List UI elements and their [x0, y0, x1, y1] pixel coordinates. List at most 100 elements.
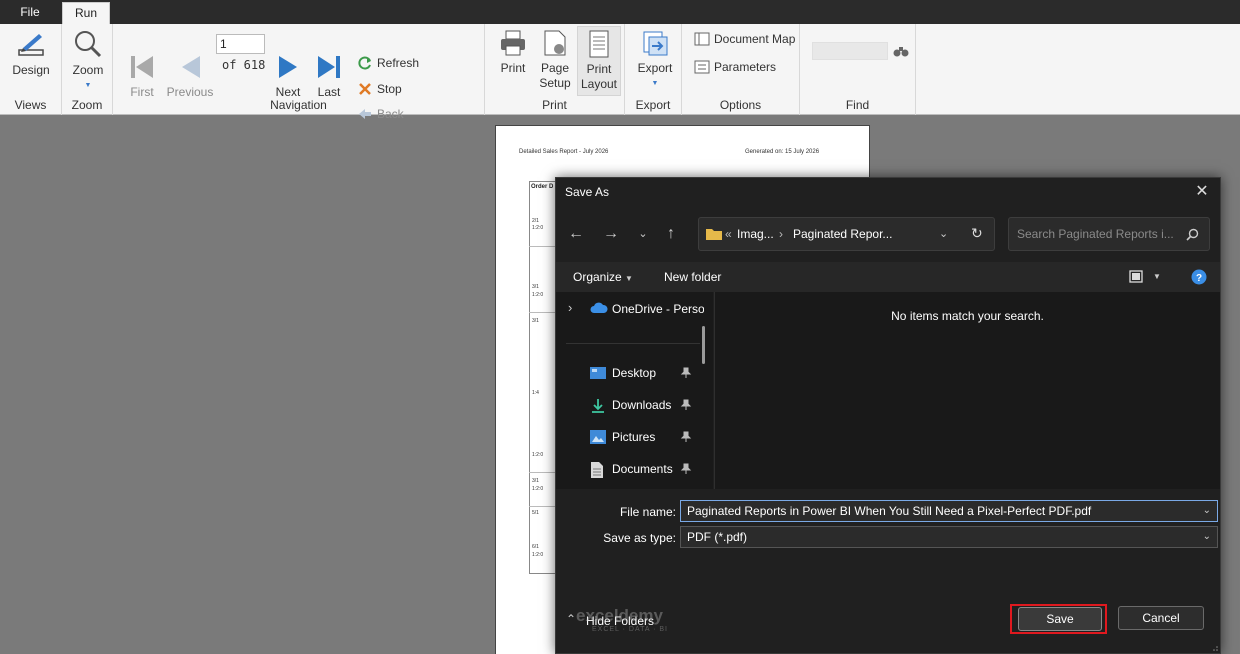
document-map-button[interactable]: Document Map — [694, 30, 795, 48]
refresh-button[interactable]: Refresh — [357, 54, 419, 72]
save-type-select[interactable]: PDF (*.pdf) ⌄ — [680, 526, 1218, 548]
views-group-label: Views — [14, 98, 47, 112]
ribbon: Design Views Zoom ▼ Zoom Navigation Firs… — [0, 24, 1240, 121]
report-cell: 1:2:0 — [532, 225, 544, 231]
back-label: Back — [377, 107, 404, 121]
previous-label: Previous — [166, 85, 214, 99]
find-group: Find — [800, 24, 916, 115]
search-placeholder: Search Paginated Reports i... — [1017, 227, 1174, 241]
pin-icon[interactable] — [680, 431, 692, 443]
zoom-button[interactable]: Zoom ▼ — [68, 28, 108, 93]
organize-button[interactable]: Organize ▼ — [573, 270, 633, 284]
view-options-icon[interactable] — [1129, 270, 1143, 283]
pin-icon[interactable] — [680, 367, 692, 379]
pictures-icon — [590, 430, 606, 444]
chevron-down-icon: ▼ — [625, 274, 633, 283]
previous-page-icon — [182, 56, 200, 78]
close-icon[interactable]: ✕ — [1192, 182, 1212, 202]
previous-button[interactable]: Previous — [166, 52, 214, 100]
last-label: Last — [317, 85, 341, 99]
printer-icon — [501, 30, 525, 56]
chevron-down-icon[interactable]: ▼ — [1153, 272, 1161, 281]
chevron-down-icon[interactable]: ⌄ — [939, 227, 948, 240]
back-arrow-icon[interactable]: ← — [565, 223, 587, 245]
svg-text:?: ? — [1196, 273, 1202, 284]
chevron-right-icon[interactable]: › — [568, 300, 572, 315]
report-cell: 1:4 — [532, 390, 539, 396]
magnifier-icon — [75, 31, 102, 58]
find-input[interactable] — [812, 42, 888, 60]
file-name-input[interactable]: Paginated Reports in Power BI When You S… — [680, 500, 1218, 522]
nav-scrollbar[interactable] — [702, 326, 705, 364]
page-setup-label-2: Setup — [539, 76, 571, 90]
report-cell: 3/1 — [532, 318, 539, 324]
first-button[interactable]: First — [124, 52, 160, 100]
address-crumb-paginated[interactable]: Paginated Repor... — [793, 227, 892, 241]
stop-label: Stop — [377, 82, 402, 96]
chevron-down-icon[interactable]: ⌄ — [1203, 501, 1211, 521]
save-as-dialog: Save As ✕ ← → ⌄ ↑ « Imag... › Paginated … — [555, 177, 1221, 654]
refresh-label: Refresh — [377, 56, 420, 70]
resize-grip-icon[interactable] — [1210, 643, 1218, 651]
up-arrow-icon[interactable]: ↑ — [660, 223, 682, 245]
pin-icon[interactable] — [680, 399, 692, 411]
address-crumb-images[interactable]: Imag... — [737, 227, 774, 241]
page-number-input[interactable]: 1 — [216, 34, 265, 54]
forward-arrow-icon[interactable]: → — [600, 223, 622, 245]
design-button[interactable]: Design — [10, 28, 52, 78]
document-map-icon — [694, 32, 710, 46]
chevron-down-icon[interactable]: ⌄ — [1203, 527, 1211, 547]
export-label: Export — [637, 61, 673, 75]
nav-item-pictures[interactable]: Pictures — [590, 427, 655, 447]
binoculars-icon[interactable] — [893, 44, 909, 58]
print-layout-button[interactable]: Print Layout — [577, 26, 621, 96]
help-icon[interactable]: ? — [1191, 269, 1207, 285]
file-list-pane[interactable]: No items match your search. — [714, 292, 1220, 489]
chevron-right-icon: › — [779, 227, 783, 241]
organize-label: Organize — [573, 270, 622, 284]
stop-button[interactable]: Stop — [357, 80, 402, 98]
next-page-icon — [279, 56, 297, 78]
pin-icon[interactable] — [680, 463, 692, 475]
report-title: Detailed Sales Report - July 2026 — [519, 149, 609, 155]
report-cell: 5/1 — [532, 510, 539, 516]
export-button[interactable]: Export ▼ — [635, 28, 675, 91]
nav-item-desktop[interactable]: Desktop — [590, 363, 656, 383]
print-button[interactable]: Print — [497, 28, 529, 76]
chevron-down-icon[interactable]: ⌄ — [632, 223, 654, 245]
address-overflow[interactable]: « — [725, 227, 732, 241]
page-count: of 618 — [222, 58, 266, 72]
ribbon-tab-bar: File Run — [0, 0, 1240, 24]
back-button[interactable]: Back — [357, 105, 404, 123]
zoom-label: Zoom — [72, 63, 104, 77]
search-input[interactable]: Search Paginated Reports i... — [1008, 217, 1210, 251]
report-cell: 1:2:0 — [532, 292, 544, 298]
documents-icon — [591, 462, 603, 478]
save-button[interactable]: Save — [1018, 607, 1102, 631]
nav-item-documents[interactable]: Documents — [590, 459, 673, 479]
last-page-icon — [318, 56, 340, 78]
nav-item-label: Documents — [612, 462, 673, 476]
zoom-group: Zoom ▼ Zoom — [62, 24, 113, 115]
nav-item-onedrive[interactable]: OneDrive - Perso — [590, 299, 704, 319]
nav-item-downloads[interactable]: Downloads — [590, 395, 671, 415]
desktop-icon — [590, 367, 606, 379]
tab-run[interactable]: Run — [62, 2, 110, 24]
refresh-icon[interactable]: ↻ — [971, 225, 983, 242]
new-folder-button[interactable]: New folder — [664, 270, 721, 284]
parameters-button[interactable]: Parameters — [694, 58, 776, 76]
cancel-button[interactable]: Cancel — [1118, 606, 1204, 630]
next-button[interactable]: Next — [272, 52, 304, 100]
last-button[interactable]: Last — [313, 52, 345, 100]
report-cell: 6/1 — [532, 544, 539, 550]
first-label: First — [130, 85, 154, 99]
report-cell: 3/1 — [532, 284, 539, 290]
page-setup-button[interactable]: Page Setup — [538, 28, 572, 91]
address-bar[interactable]: « Imag... › Paginated Repor... ⌄ ↻ — [698, 217, 995, 251]
nav-divider — [566, 343, 700, 344]
tab-file[interactable]: File — [8, 2, 52, 24]
command-bar: Organize ▼ New folder ▼ ? — [556, 262, 1220, 292]
download-icon — [592, 399, 604, 413]
save-type-label: Save as type: — [603, 531, 676, 545]
options-group-label: Options — [719, 98, 762, 112]
